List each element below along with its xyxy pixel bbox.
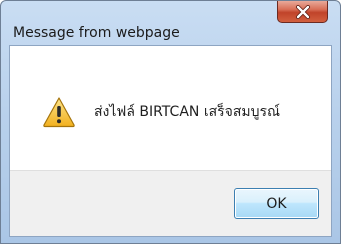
ok-button[interactable]: OK: [234, 188, 319, 219]
dialog-client-area: ส่งไฟล์ BIRTCAN เสร็จสมบูรณ์ OK: [9, 45, 332, 237]
window-title: Message from webpage: [13, 25, 180, 41]
warning-triangle-icon: [43, 97, 75, 128]
close-button[interactable]: [277, 1, 328, 23]
message-dialog: Message from webpage ส่งไฟล์ BIRTCAN เสร…: [0, 0, 341, 244]
close-x-icon: [295, 4, 310, 19]
title-bar[interactable]: Message from webpage: [1, 1, 340, 45]
message-area: ส่งไฟล์ BIRTCAN เสร็จสมบูรณ์: [10, 46, 331, 170]
message-text: ส่งไฟล์ BIRTCAN เสร็จสมบูรณ์: [94, 104, 281, 120]
button-footer: OK: [10, 170, 331, 236]
